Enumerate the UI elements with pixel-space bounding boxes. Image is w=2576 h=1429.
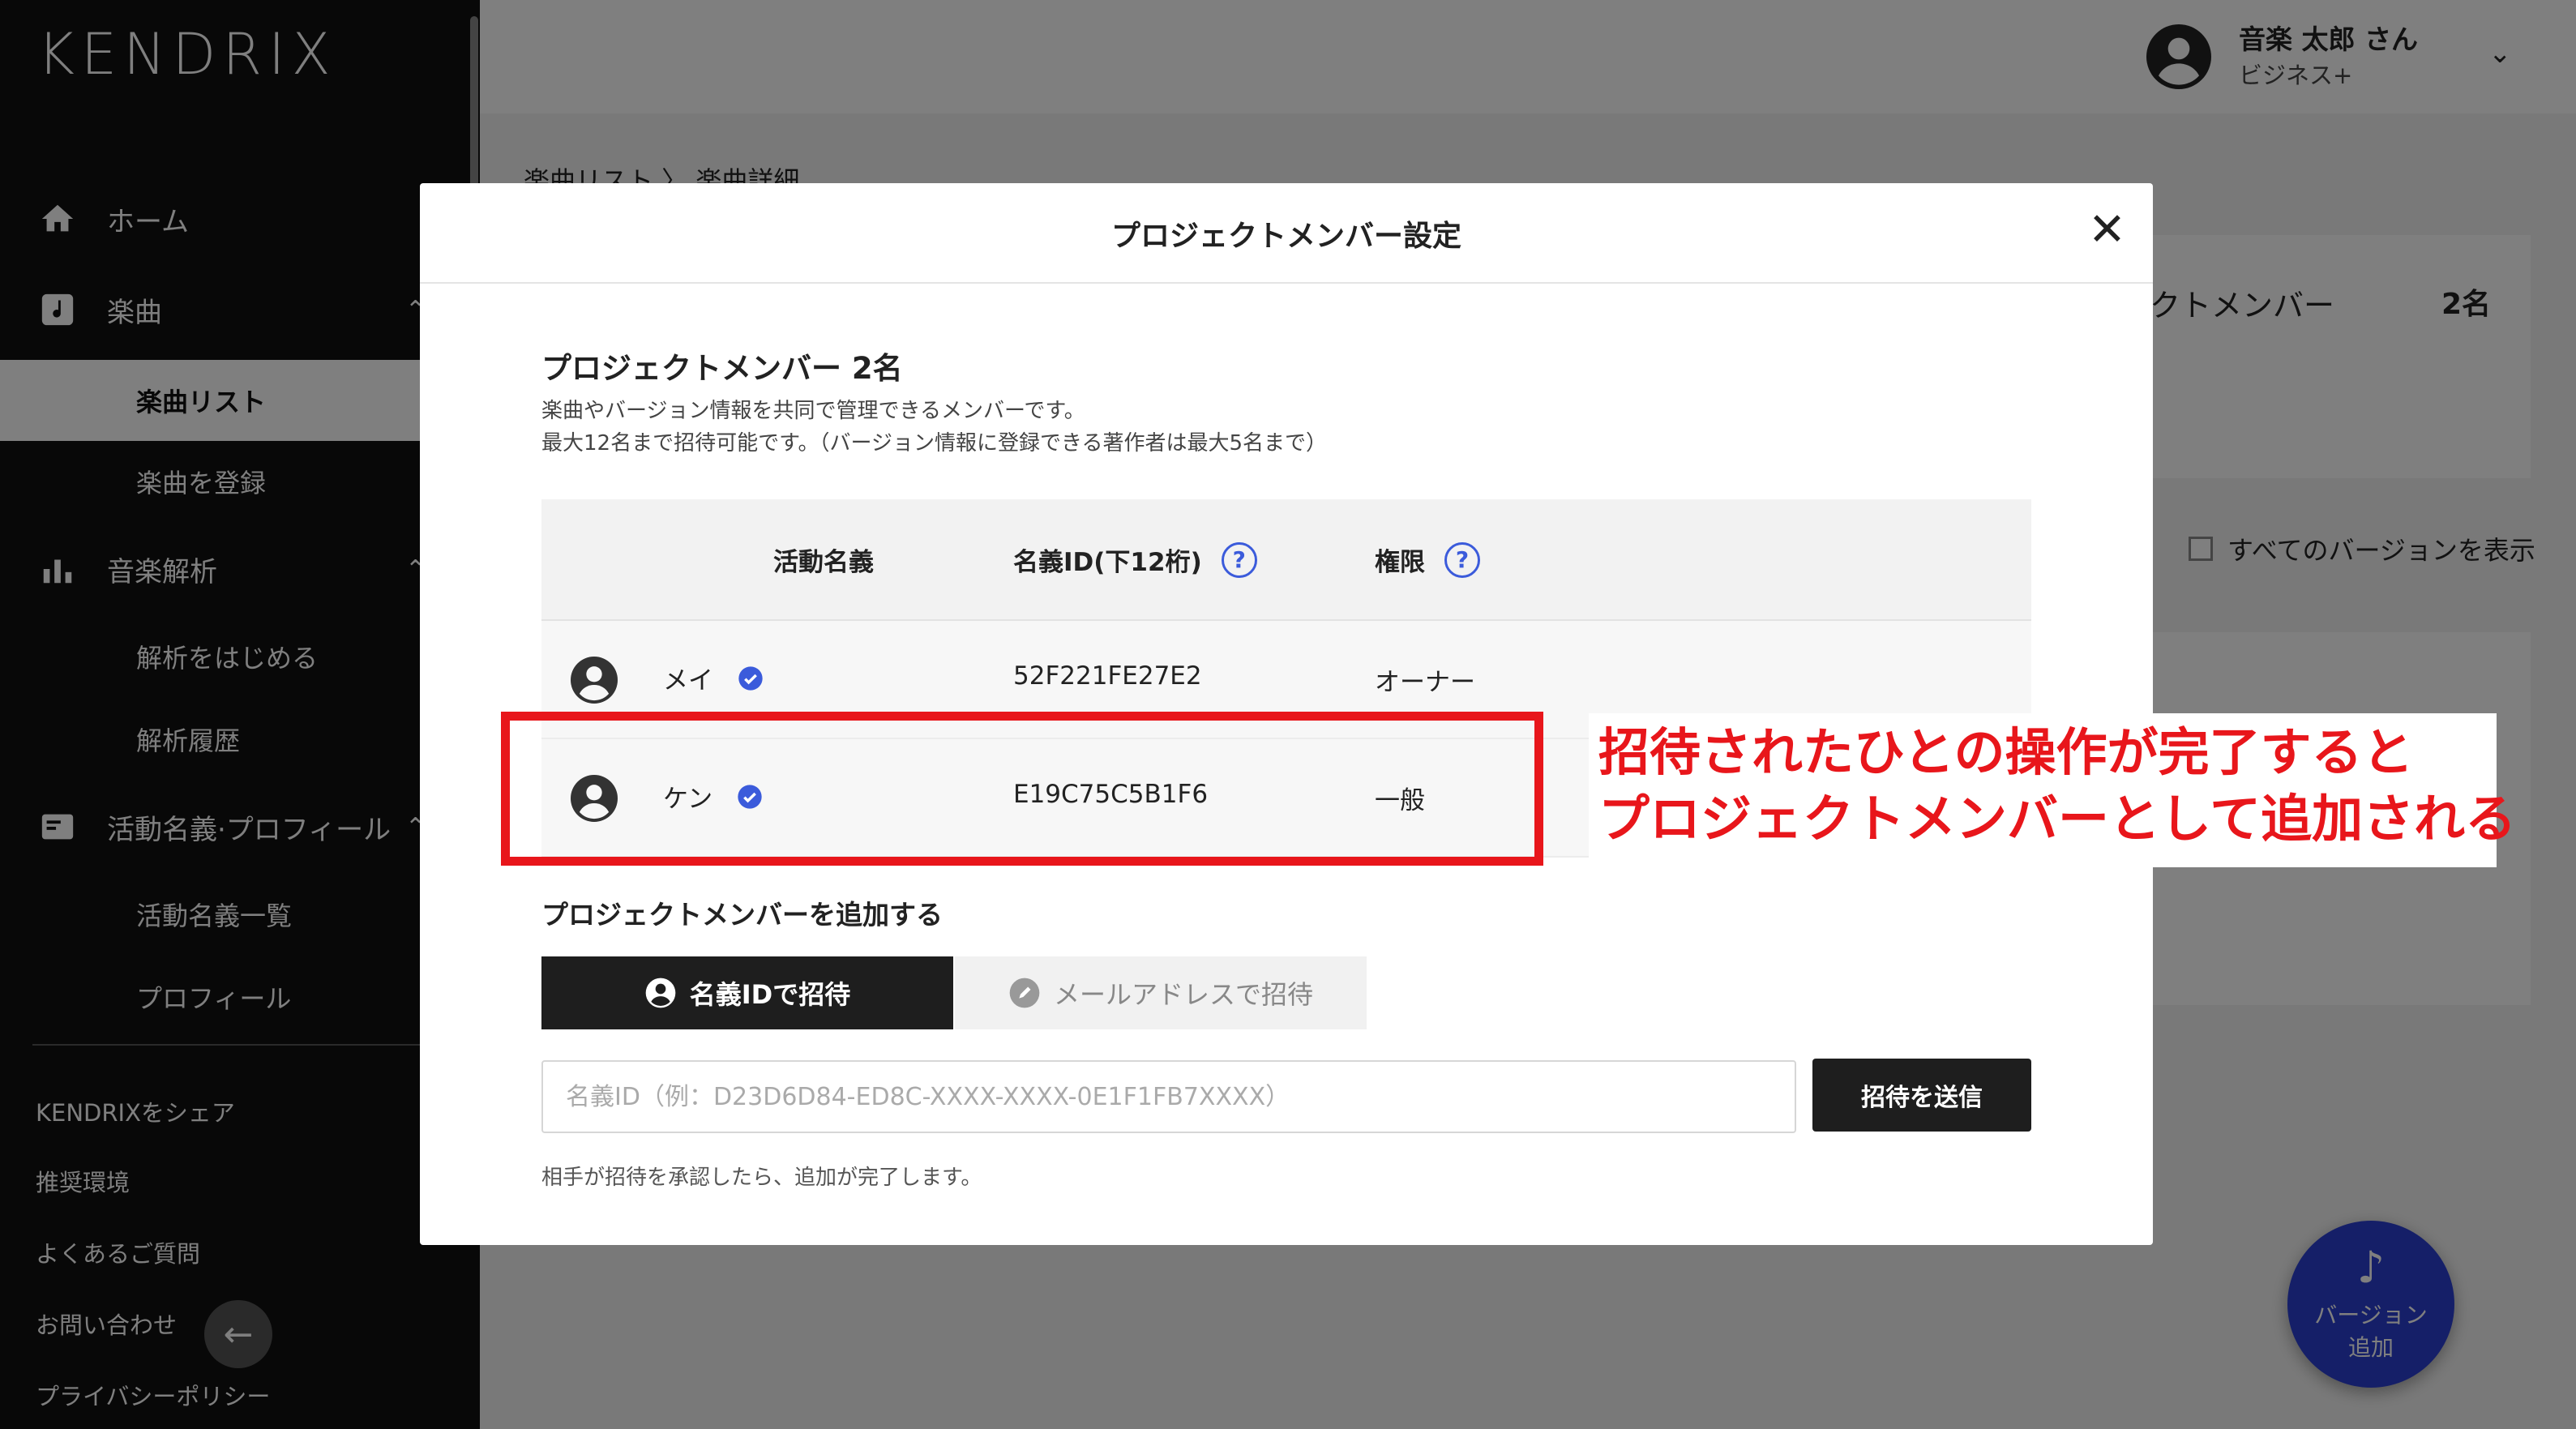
tab-invite-by-email[interactable]: メールアドレスで招待 [955,956,1367,1029]
user-icon [645,978,676,1008]
invite-hint: 相手が招待を承認したら、追加が完了します。 [541,1166,982,1190]
table-header: 活動名義 名義ID(下12桁) ? 権限 ? [541,499,2031,621]
add-member-title: プロジェクトメンバーを追加する [541,899,943,931]
annotation-callout: 招待されたひとの操作が完了すると プロジェクトメンバーとして追加される [1598,720,2516,853]
column-header-label: 活動名義 [773,548,874,577]
member-name: メイ [663,666,713,695]
user-avatar-icon [571,657,618,704]
column-header-label: 権限 [1375,548,1425,577]
column-header-id: 名義ID(下12桁) ? [1013,541,1257,578]
member-section-title: プロジェクトメンバー 2名 [541,351,903,386]
column-header-label: 名義ID(下12桁) [1013,548,1202,577]
member-section-description: 楽曲やバージョン情報を共同で管理できるメンバーです。 [541,399,1085,423]
member-id: 52F221FE27E2 [1013,661,1202,691]
column-header-name: 活動名義 [773,541,874,578]
member-role: オーナー [1375,668,1475,697]
column-header-role: 権限 ? [1375,541,1480,578]
tab-invite-by-id[interactable]: 名義IDで招待 [541,956,953,1029]
tab-label: 名義IDで招待 [689,979,851,1010]
annotation-line: 招待されたひとの操作が完了すると [1598,723,2414,782]
annotation-highlight-box [501,712,1543,866]
member-name-cell: メイ [663,660,764,696]
verified-icon [738,665,763,691]
help-icon[interactable]: ? [1221,541,1257,578]
help-icon[interactable]: ? [1444,541,1480,578]
annotation-line: プロジェクトメンバーとして追加される [1598,789,2517,849]
modal-title: プロジェクトメンバー設定 [1110,220,1461,253]
tab-label: メールアドレスで招待 [1053,979,1313,1010]
alias-id-input[interactable] [541,1060,1796,1133]
send-invite-button[interactable]: 招待を送信 [1812,1059,2031,1132]
modal-header: プロジェクトメンバー設定 ✕ [420,183,2153,284]
pencil-icon [1009,978,1040,1008]
close-icon[interactable]: ✕ [2088,208,2126,253]
member-limit-note: 最大12名まで招待可能です。（バージョン情報に登録できる著作者は最大5名まで） [541,431,1327,456]
